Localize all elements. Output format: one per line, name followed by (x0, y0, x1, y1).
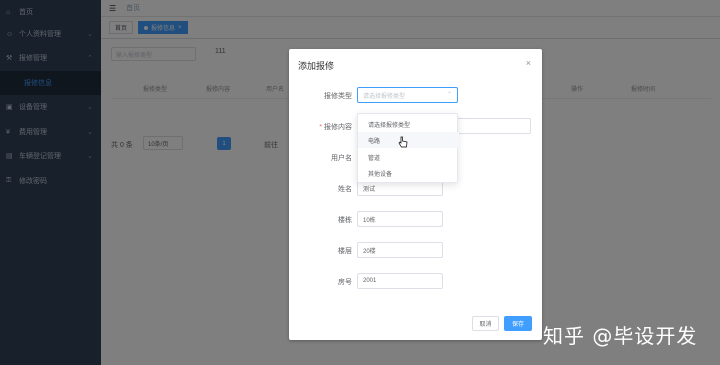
dropdown-option[interactable]: 请选择报修类型 (358, 116, 459, 132)
select-placeholder: 请选择报修类型 (363, 93, 406, 100)
dropdown-option[interactable]: 电路 (358, 132, 459, 148)
repair-type-dropdown: 请选择报修类型 电路 管道 其他设备 (357, 113, 459, 183)
content-label-text: 报修内容 (324, 124, 352, 131)
watermark: 知乎 @毕设开发 (543, 324, 698, 348)
dialog-title: 添加报修 (298, 61, 335, 71)
building-label: 楼栋 (338, 217, 352, 224)
type-label: 报修类型 (324, 93, 352, 100)
floor-input[interactable]: 20楼 (357, 242, 443, 258)
dropdown-option[interactable]: 管道 (358, 149, 459, 165)
content-label: * 报修内容 (319, 122, 352, 132)
room-input[interactable]: 2001 (357, 273, 443, 289)
close-icon[interactable]: × (526, 58, 531, 68)
hand-cursor-icon (398, 136, 408, 148)
cancel-button[interactable]: 取消 (472, 316, 499, 331)
add-repair-dialog: 添加报修 × 报修类型 请选择报修类型 ⌃ * 报修内容 用户名 姓名 测试 楼栋… (289, 49, 542, 340)
name-label: 姓名 (338, 186, 352, 193)
username-label: 用户名 (331, 155, 352, 162)
room-label: 房号 (338, 279, 352, 286)
repair-type-select[interactable]: 请选择报修类型 ⌃ (357, 87, 458, 103)
chevron-up-icon: ⌃ (446, 92, 452, 98)
required-mark: * (319, 124, 322, 131)
building-input[interactable]: 10栋 (357, 211, 443, 227)
dropdown-option[interactable]: 其他设备 (358, 165, 459, 181)
save-button[interactable]: 保存 (504, 316, 532, 331)
floor-label: 楼层 (338, 248, 352, 255)
